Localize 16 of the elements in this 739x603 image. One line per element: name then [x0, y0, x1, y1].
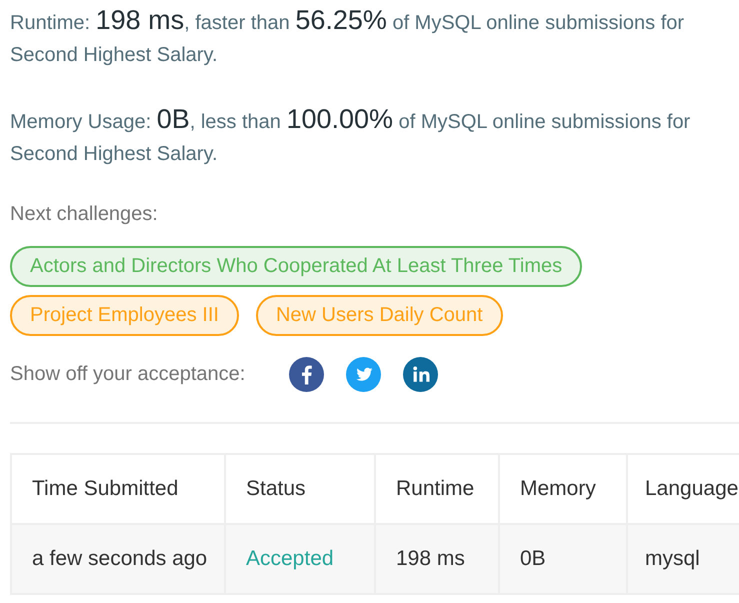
status-link[interactable]: Accepted	[246, 547, 334, 570]
memory-summary: Memory Usage: 0B, less than 100.00% of MySQL online submissions for Second Highest Salary.	[10, 103, 692, 167]
table-cell: mysql	[627, 524, 739, 594]
table-cell: a few seconds ago	[11, 524, 225, 594]
challenge-link[interactable]: Actors and Directors Who Cooperated At Least Three Times	[10, 246, 582, 287]
table-cell: 0B	[499, 524, 627, 594]
next-challenges-heading: Next challenges:	[10, 202, 159, 226]
runtime-summary: Runtime: 198 ms, faster than 56.25% of MySQL online submissions for Second Highest Salary.	[10, 4, 686, 68]
facebook-icon[interactable]	[289, 356, 324, 392]
share-label: Show off your acceptance:	[10, 362, 246, 387]
challenge-link[interactable]: New Users Daily Count	[256, 295, 503, 336]
challenge-link[interactable]: Project Employees III	[10, 295, 239, 336]
table-cell: 198 ms	[375, 524, 499, 594]
linkedin-icon[interactable]	[403, 356, 438, 392]
twitter-icon[interactable]	[346, 356, 382, 392]
column-header: Time Submitted	[11, 454, 225, 524]
